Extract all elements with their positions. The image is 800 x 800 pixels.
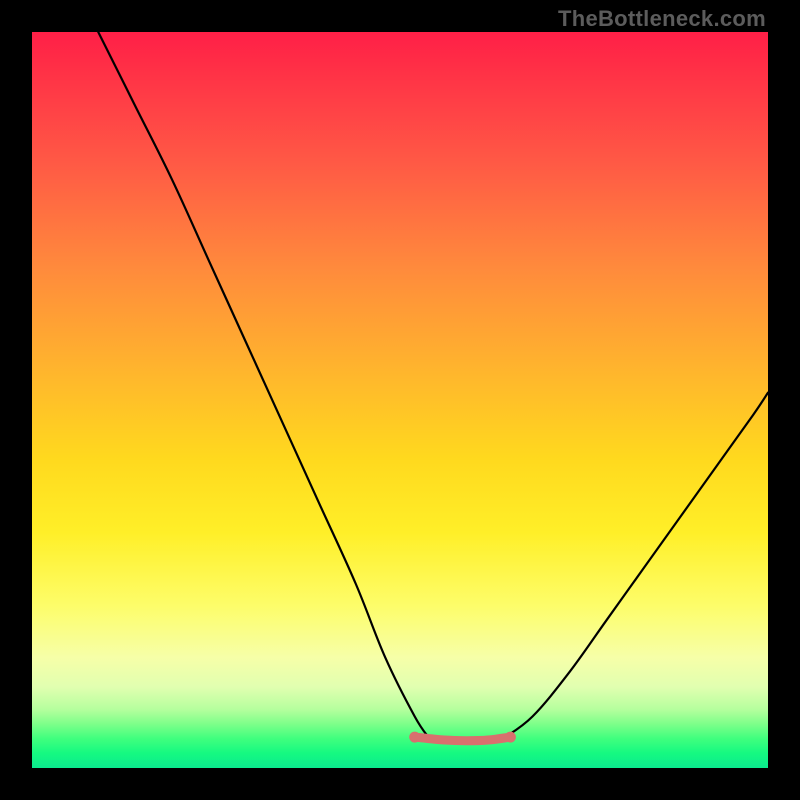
left-curve: [98, 32, 429, 739]
plot-area: [32, 32, 768, 768]
right-curve: [503, 393, 768, 739]
chart-frame: TheBottleneck.com: [0, 0, 800, 800]
valley-end-dot: [409, 732, 420, 743]
valley-plateau: [415, 737, 511, 741]
valley-end-dot: [505, 732, 516, 743]
curve-layer: [32, 32, 768, 768]
watermark-text: TheBottleneck.com: [558, 6, 766, 32]
